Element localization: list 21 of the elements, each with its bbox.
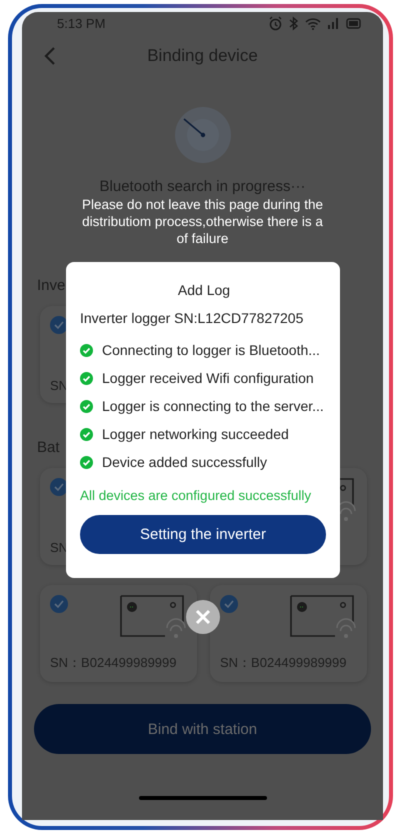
log-step: Logger received Wifi configuration: [102, 370, 314, 386]
logger-serial: Inverter logger SN:L12CD77827205: [80, 310, 304, 326]
bluetooth-icon: [289, 16, 299, 30]
device-drawing: [119, 594, 187, 640]
radar-icon: [174, 106, 232, 164]
signal-icon: [327, 17, 340, 29]
alarm-icon: [268, 16, 283, 30]
log-step: Logger is connecting to the server...: [102, 398, 324, 414]
log-step: Logger networking succeeded: [102, 426, 289, 442]
close-icon: [195, 609, 211, 625]
checkbox-icon[interactable]: [50, 595, 68, 613]
wifi-icon: [305, 16, 321, 30]
dialog-title: Add Log: [176, 282, 232, 298]
log-step: Connecting to logger is Bluetooth...: [102, 342, 320, 358]
device-drawing: [289, 594, 357, 640]
battery-icon: [346, 18, 362, 28]
checkbox-icon[interactable]: [220, 595, 238, 613]
result-message: All devices are configured successfully: [80, 488, 312, 503]
log-step: Device added successfully: [102, 454, 267, 470]
setting-button[interactable]: Setting the inverter: [80, 515, 326, 554]
toast-message: Please do not leave this page during the distributiom process,otherwise there is a of failure: [81, 196, 324, 247]
